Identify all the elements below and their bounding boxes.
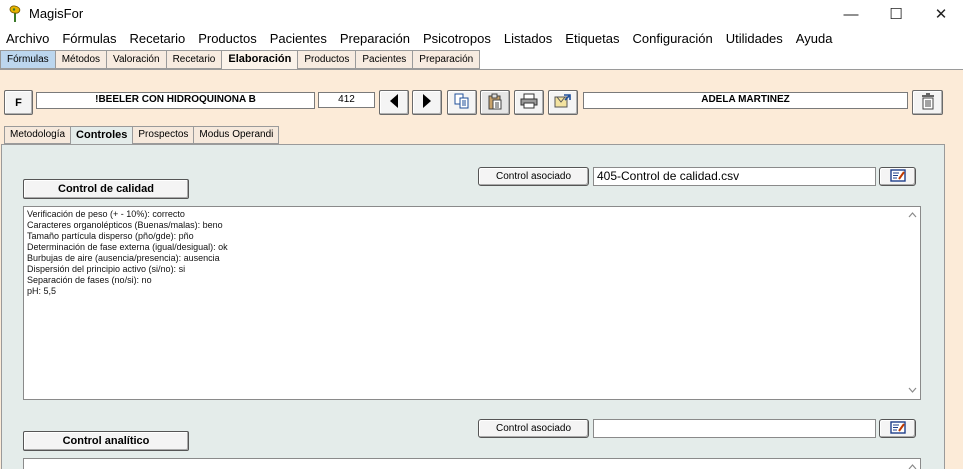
menu-utilidades[interactable]: Utilidades [720, 30, 790, 49]
window-title: MagisFor [29, 6, 84, 21]
close-button[interactable]: ✕ [918, 0, 963, 28]
tab-valoracion[interactable]: Valoración [107, 50, 167, 69]
menu-psicotropos[interactable]: Psicotropos [417, 30, 498, 49]
delete-button[interactable] [912, 90, 943, 115]
maximize-button[interactable]: ☐ [873, 0, 919, 28]
quality-assoc-button[interactable]: Control asociado [478, 167, 589, 186]
subtab-metodologia[interactable]: Metodología [4, 126, 72, 144]
tab-productos[interactable]: Productos [298, 50, 357, 69]
scroll-up-icon[interactable] [908, 210, 917, 221]
quality-line: pH: 5,5 [27, 286, 57, 296]
next-arrow-icon [422, 94, 432, 111]
title-bar: MagisFor — ☐ ✕ [0, 0, 963, 30]
analytic-assoc-file-field[interactable] [593, 419, 876, 438]
copy-button[interactable] [447, 90, 477, 115]
quality-line: Tamaño partícula disperso (pño/gde): pño [27, 231, 194, 241]
menu-recetario[interactable]: Recetario [124, 30, 193, 49]
menu-configuracion[interactable]: Configuración [626, 30, 719, 49]
quality-control-text[interactable]: Verificación de peso (+ - 10%): correcto… [23, 206, 921, 400]
analytic-assoc-button[interactable]: Control asociado [478, 419, 589, 438]
subtab-prospectos[interactable]: Prospectos [133, 126, 195, 144]
controles-panel: Control asociado 405-Control de calidad.… [1, 144, 945, 469]
formula-name-field[interactable]: !BEELER CON HIDROQUINONA B [36, 92, 315, 109]
menu-pacientes[interactable]: Pacientes [264, 30, 334, 49]
print-icon [520, 93, 538, 112]
tab-metodos[interactable]: Métodos [55, 50, 108, 69]
tab-elaboracion[interactable]: Elaboración [222, 50, 299, 69]
subtab-controles[interactable]: Controles [71, 126, 134, 145]
paste-icon [487, 93, 503, 113]
analytic-edit-button[interactable] [879, 419, 916, 438]
quality-line: Burbujas de aire (ausencia/presencia): a… [27, 253, 220, 263]
scroll-down-icon[interactable] [908, 385, 917, 396]
sub-tabs: Metodología Controles Prospectos Modus O… [4, 126, 280, 145]
menu-archivo[interactable]: Archivo [0, 30, 56, 49]
f-button[interactable]: F [4, 90, 33, 115]
menu-bar: Archivo Fórmulas Recetario Productos Pac… [0, 30, 963, 49]
tab-formulas[interactable]: Fórmulas [0, 50, 56, 69]
prev-arrow-icon [389, 94, 399, 111]
menu-formulas[interactable]: Fórmulas [56, 30, 123, 49]
analytic-control-text[interactable] [23, 458, 921, 469]
prev-button[interactable] [379, 90, 409, 115]
paste-button[interactable] [480, 90, 510, 115]
elaboracion-panel: F !BEELER CON HIDROQUINONA B 412 ADELA M… [0, 69, 963, 469]
scroll-up-icon[interactable] [908, 462, 917, 469]
minimize-button[interactable]: — [828, 0, 874, 28]
quality-control-button[interactable]: Control de calidad [23, 179, 189, 199]
menu-preparacion[interactable]: Preparación [334, 30, 417, 49]
analytic-control-button[interactable]: Control analítico [23, 431, 189, 451]
menu-listados[interactable]: Listados [498, 30, 559, 49]
quality-line: Verificación de peso (+ - 10%): correcto [27, 209, 185, 219]
menu-ayuda[interactable]: Ayuda [790, 30, 840, 49]
main-tabs: Fórmulas Métodos Valoración Recetario El… [0, 50, 963, 69]
tab-recetario[interactable]: Recetario [166, 50, 223, 69]
formula-number-field[interactable]: 412 [318, 92, 375, 108]
tab-preparacion[interactable]: Preparación [413, 50, 481, 69]
quality-line: Determinación de fase externa (igual/des… [27, 242, 228, 252]
quality-edit-button[interactable] [879, 167, 916, 186]
tab-pacientes[interactable]: Pacientes [356, 50, 414, 69]
app-logo-icon [8, 5, 22, 23]
quality-line: Dispersión del principio activo (si/no):… [27, 264, 186, 274]
quality-assoc-file-field[interactable]: 405-Control de calidad.csv [593, 167, 876, 186]
print-button[interactable] [514, 90, 544, 115]
patient-name-field[interactable]: ADELA MARTINEZ [583, 92, 908, 109]
edit-note-icon [889, 420, 906, 437]
menu-etiquetas[interactable]: Etiquetas [559, 30, 626, 49]
quality-line: Caracteres organolépticos (Buenas/malas)… [27, 220, 223, 230]
export-icon [554, 93, 572, 112]
edit-note-icon [889, 168, 906, 185]
next-button[interactable] [412, 90, 442, 115]
trash-icon [921, 92, 935, 113]
copy-icon [454, 93, 470, 112]
export-button[interactable] [548, 90, 578, 115]
menu-productos[interactable]: Productos [192, 30, 264, 49]
quality-line: Separación de fases (no/si): no [27, 275, 152, 285]
subtab-modus-operandi[interactable]: Modus Operandi [194, 126, 280, 144]
